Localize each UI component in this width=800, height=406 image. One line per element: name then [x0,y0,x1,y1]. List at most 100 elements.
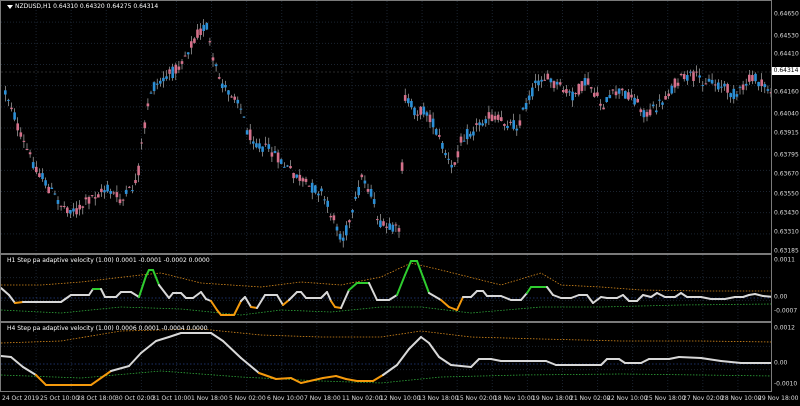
velocity-line-segment [256,294,266,309]
h1-tick-label: 0.00 [774,293,788,301]
candle-body [276,152,280,163]
price-axis[interactable]: 0.64650 0.64530 0.64410 0.64314 0.64160 0.640… [772,0,800,255]
velocity-line-segment [140,340,157,354]
candle-body [236,99,240,104]
candle-body [255,143,258,148]
candle-body [233,96,236,100]
candle-body [28,152,32,155]
candle-body [490,114,494,121]
velocity-line-segment [490,358,502,362]
time-axis[interactable]: 24 Oct 2019 25 Oct 10:00 28 Oct 18:00 30 Oc… [0,392,800,406]
candle-body [413,107,416,116]
candle-body [369,188,373,197]
candle-body [140,142,143,144]
chart-title[interactable]: NZDUSD,H1 0.64310 0.64320 0.64275 0.6431… [7,3,158,10]
h1-indicator-axis[interactable]: 0.0011 0.00 -0.0007 [772,254,800,322]
velocity-line-segment [408,336,422,350]
candle-body [642,110,646,118]
candle-body [568,91,571,93]
candle-body [208,41,212,43]
candle-body [205,23,209,30]
h1-indicator-plot[interactable] [1,255,772,322]
price-chart-pane[interactable]: NZDUSD,H1 0.64310 0.64320 0.64275 0.6431… [0,0,772,254]
candle-body [524,103,528,109]
candle-body [366,189,370,192]
candle-body [515,128,519,131]
velocity-line-segment [656,292,666,298]
candle-body [760,79,763,87]
candle-body [447,158,450,160]
candle-body [335,226,339,231]
candle-body [171,66,174,79]
candle-body [698,75,701,78]
candle-body [90,195,94,197]
candle-body [478,122,481,126]
candle-body [264,143,267,145]
velocity-line-segment [470,358,480,368]
candle-body [664,96,667,100]
time-tick-label: 11 Nov 02:00 [342,395,383,402]
h1-indicator-pane[interactable]: H1 Step pa adaptive velocity (1.00) 0.00… [0,254,772,322]
price-tick-label: 0.64040 [774,110,799,118]
candle-body [345,225,348,236]
h4-indicator-axis[interactable]: 0.0012 0.00 -0.0010 [772,322,800,392]
candle-body [441,142,444,149]
candle-body [230,96,233,98]
time-tick-label: 1 Nov 18:00 [191,395,228,402]
candle-body [661,102,664,105]
candle-body [670,85,674,94]
candle-body [177,66,181,70]
velocity-line-segment [680,292,688,298]
triangle-down-icon[interactable] [7,4,13,9]
candle-body [534,80,537,84]
candle-body [422,106,426,115]
candle-body [552,81,556,88]
candle-body [481,123,484,126]
velocity-line-segment [438,356,452,366]
candle-body [394,224,398,226]
velocity-line-segment [348,282,358,291]
h4-indicator-pane[interactable]: H4 Step pa adaptive velocity (1.00) 0.00… [0,322,772,392]
candle-body [357,186,360,196]
velocity-line-segment [320,291,328,299]
candle-body [596,92,599,96]
candle-body [31,162,35,169]
candle-body [180,61,184,64]
time-tick-label: 6 Nov 10:00 [267,395,304,402]
candle-body [16,123,19,131]
velocity-line-segment [222,340,242,359]
velocity-line-segment [546,286,554,296]
velocity-line-segment [420,336,430,344]
candle-body [546,73,550,80]
candle-body [379,220,382,228]
candle-body [726,84,729,93]
velocity-line-segment [275,377,292,380]
h1-tick-label: 0.0011 [774,256,795,264]
candle-body [531,87,534,97]
velocity-line-segment [326,291,332,302]
velocity-line-segment [520,292,528,301]
candle-body [428,114,432,123]
candle-body [748,74,751,82]
candle-body [648,109,652,116]
velocity-line-segment [288,291,298,301]
velocity-line-segment [110,365,130,372]
velocity-line-segment [244,296,252,308]
candle-body [704,83,708,85]
candle-body [59,205,63,207]
candlestick-chart[interactable] [1,1,772,254]
candle-body [614,91,618,96]
velocity-line-segment [8,294,16,304]
candle-body [574,93,577,95]
h4-indicator-plot[interactable] [1,323,772,392]
candle-body [385,226,388,228]
h1-tick-label: -0.0007 [774,307,798,315]
time-tick-label: 28 Oct 18:00 [77,395,117,402]
candle-body [121,199,125,201]
velocity-line-segment [720,360,742,364]
candle-body [487,112,491,119]
candle-body [320,188,323,192]
candle-body [617,88,621,94]
candle-body [341,237,345,241]
candle-body [636,98,639,103]
